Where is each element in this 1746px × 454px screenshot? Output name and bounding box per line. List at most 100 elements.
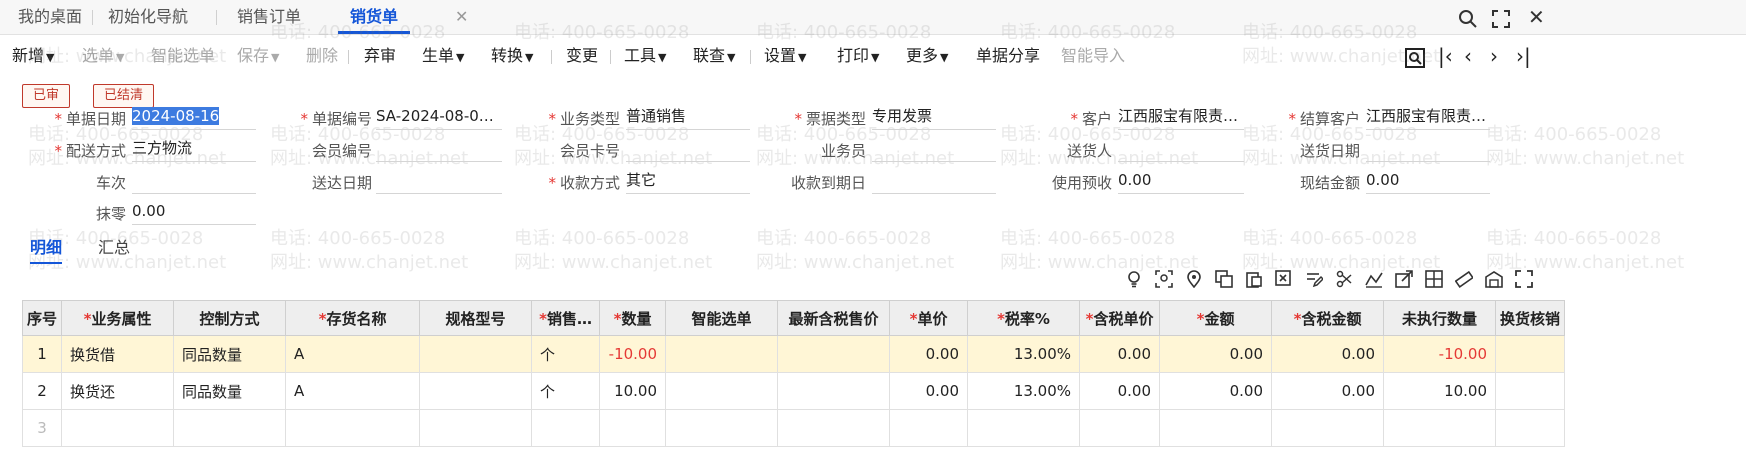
maximize-icon[interactable] xyxy=(1492,0,1510,34)
cell-qty[interactable]: 10.00 xyxy=(599,372,667,410)
cell-item[interactable]: A xyxy=(285,335,421,373)
copy-row-icon[interactable] xyxy=(1214,270,1234,290)
cell-latest[interactable] xyxy=(777,409,891,447)
table-row[interactable]: 3 xyxy=(21,409,1566,447)
col-header-smart[interactable]: 智能选单 xyxy=(665,300,779,336)
close-icon[interactable]: ✕ xyxy=(1528,0,1545,34)
cell-smart[interactable] xyxy=(665,372,779,410)
cell-amount[interactable]: 0.00 xyxy=(1159,335,1273,373)
col-header-price[interactable]: *单价 xyxy=(889,300,969,336)
settle-customer-field[interactable]: 江西服宝有限责… xyxy=(1366,105,1490,130)
cell-attr[interactable]: 换货还 xyxy=(61,372,175,410)
cell-no[interactable]: 2 xyxy=(21,372,63,410)
cell-ctrl[interactable]: 同品数量 xyxy=(173,335,287,373)
col-header-item[interactable]: *存货名称 xyxy=(285,300,421,336)
ship-date-field[interactable] xyxy=(1366,137,1490,162)
col-header-no[interactable]: 序号 xyxy=(21,300,63,336)
member-card-field[interactable] xyxy=(626,137,750,162)
cell-taxamount[interactable]: 0.00 xyxy=(1271,335,1385,373)
search-icon[interactable] xyxy=(1458,0,1478,34)
round-field[interactable]: 0.00 xyxy=(132,200,256,225)
first-record-icon[interactable]: |‹ xyxy=(1438,36,1453,76)
convert-button[interactable]: 转换 ▼ xyxy=(491,36,533,76)
delete-button[interactable]: 删除 xyxy=(306,36,338,76)
cell-price[interactable]: 0.00 xyxy=(889,335,969,373)
col-header-amount[interactable]: *金额 xyxy=(1159,300,1273,336)
table-row[interactable]: 1 换货借 同品数量 A 个 -10.00 0.00 13.00% 0.00 0… xyxy=(21,335,1566,373)
col-header-latest[interactable]: 最新含税售价 xyxy=(777,300,891,336)
cell-spec[interactable] xyxy=(419,372,533,410)
split-icon[interactable] xyxy=(1334,270,1354,290)
more-button[interactable]: 更多 ▼ xyxy=(906,36,948,76)
paste-icon[interactable] xyxy=(1244,270,1264,290)
col-header-tax[interactable]: *税率% xyxy=(967,300,1081,336)
delivery-method-field[interactable]: 三方物流 xyxy=(132,137,256,162)
doc-no-field[interactable]: SA-2024-08-0001 xyxy=(376,105,502,130)
edit-icon[interactable] xyxy=(1304,270,1325,290)
new-button[interactable]: 新增 ▼ xyxy=(12,36,54,76)
cell-exch[interactable] xyxy=(1495,372,1566,410)
locate-icon[interactable] xyxy=(1405,36,1425,76)
cell-exch[interactable] xyxy=(1495,335,1566,373)
pay-method-field[interactable]: 其它 xyxy=(626,169,750,194)
location-icon[interactable] xyxy=(1184,270,1204,290)
col-header-unit[interactable]: *销售… xyxy=(531,300,601,336)
tools-button[interactable]: 工具 ▼ xyxy=(624,36,666,76)
share-doc-button[interactable]: 单据分享 xyxy=(976,36,1040,76)
cell-pending[interactable] xyxy=(1383,409,1497,447)
cell-unit[interactable]: 个 xyxy=(531,372,601,410)
ruler-icon[interactable] xyxy=(1454,270,1474,290)
last-record-icon[interactable]: ›| xyxy=(1516,36,1531,76)
cell-ctrl[interactable] xyxy=(173,409,287,447)
generate-button[interactable]: 生单 ▼ xyxy=(422,36,464,76)
col-header-attr[interactable]: *业务属性 xyxy=(61,300,175,336)
cell-price[interactable] xyxy=(889,409,969,447)
cell-pending[interactable]: 10.00 xyxy=(1383,372,1497,410)
cell-taxamount[interactable]: 0.00 xyxy=(1271,372,1385,410)
cell-no[interactable]: 3 xyxy=(21,409,63,447)
invoice-type-field[interactable]: 专用发票 xyxy=(872,105,996,130)
save-button[interactable]: 保存 ▼ xyxy=(237,36,279,76)
cell-taxprice[interactable]: 0.00 xyxy=(1079,372,1161,410)
delete-row-icon[interactable] xyxy=(1274,270,1294,290)
cell-qty[interactable] xyxy=(599,409,667,447)
cell-attr[interactable] xyxy=(61,409,175,447)
cell-unit[interactable]: 个 xyxy=(531,335,601,373)
shipper-field[interactable] xyxy=(1118,137,1244,162)
col-header-taxamount[interactable]: *含税金额 xyxy=(1271,300,1385,336)
print-button[interactable]: 打印 ▼ xyxy=(837,36,879,76)
next-record-icon[interactable]: › xyxy=(1490,36,1498,76)
tab-detail[interactable]: 明细 xyxy=(30,234,63,264)
cell-spec[interactable] xyxy=(419,409,533,447)
cell-price[interactable]: 0.00 xyxy=(889,372,969,410)
prev-record-icon[interactable]: ‹ xyxy=(1464,36,1472,76)
warehouse-icon[interactable] xyxy=(1484,270,1504,290)
cell-smart[interactable] xyxy=(665,409,779,447)
cell-tax[interactable]: 13.00% xyxy=(967,335,1081,373)
cell-amount[interactable]: 0.00 xyxy=(1159,372,1273,410)
cell-attr[interactable]: 换货借 xyxy=(61,335,175,373)
smart-import-button[interactable]: 智能导入 xyxy=(1061,36,1125,76)
tab-summary[interactable]: 汇总 xyxy=(98,234,130,258)
col-header-spec[interactable]: 规格型号 xyxy=(419,300,533,336)
unaudit-button[interactable]: 弃审 xyxy=(364,36,396,76)
cell-taxamount[interactable] xyxy=(1271,409,1385,447)
link-query-button[interactable]: 联查 ▼ xyxy=(693,36,735,76)
tab-my-desktop[interactable]: 我的桌面 xyxy=(18,0,82,34)
settings-button[interactable]: 设置 ▼ xyxy=(764,36,806,76)
train-field[interactable] xyxy=(132,169,256,194)
tab-sales-delivery[interactable]: 销货单 xyxy=(338,0,411,34)
prepay-field[interactable]: 0.00 xyxy=(1118,169,1244,194)
col-header-exch[interactable]: 换货核销 xyxy=(1495,300,1566,336)
salesperson-field[interactable] xyxy=(872,137,996,162)
cell-spec[interactable] xyxy=(419,335,533,373)
cell-latest[interactable] xyxy=(777,372,891,410)
col-header-pending[interactable]: 未执行数量 xyxy=(1383,300,1497,336)
select-doc-button[interactable]: 选单 ▼ xyxy=(82,36,124,76)
cell-no[interactable]: 1 xyxy=(21,335,63,373)
cell-exch[interactable] xyxy=(1495,409,1566,447)
lightbulb-icon[interactable] xyxy=(1124,270,1144,290)
cell-taxprice[interactable]: 0.00 xyxy=(1079,335,1161,373)
cell-qty[interactable]: -10.00 xyxy=(599,335,667,373)
smart-select-button[interactable]: 智能选单 xyxy=(151,36,215,76)
